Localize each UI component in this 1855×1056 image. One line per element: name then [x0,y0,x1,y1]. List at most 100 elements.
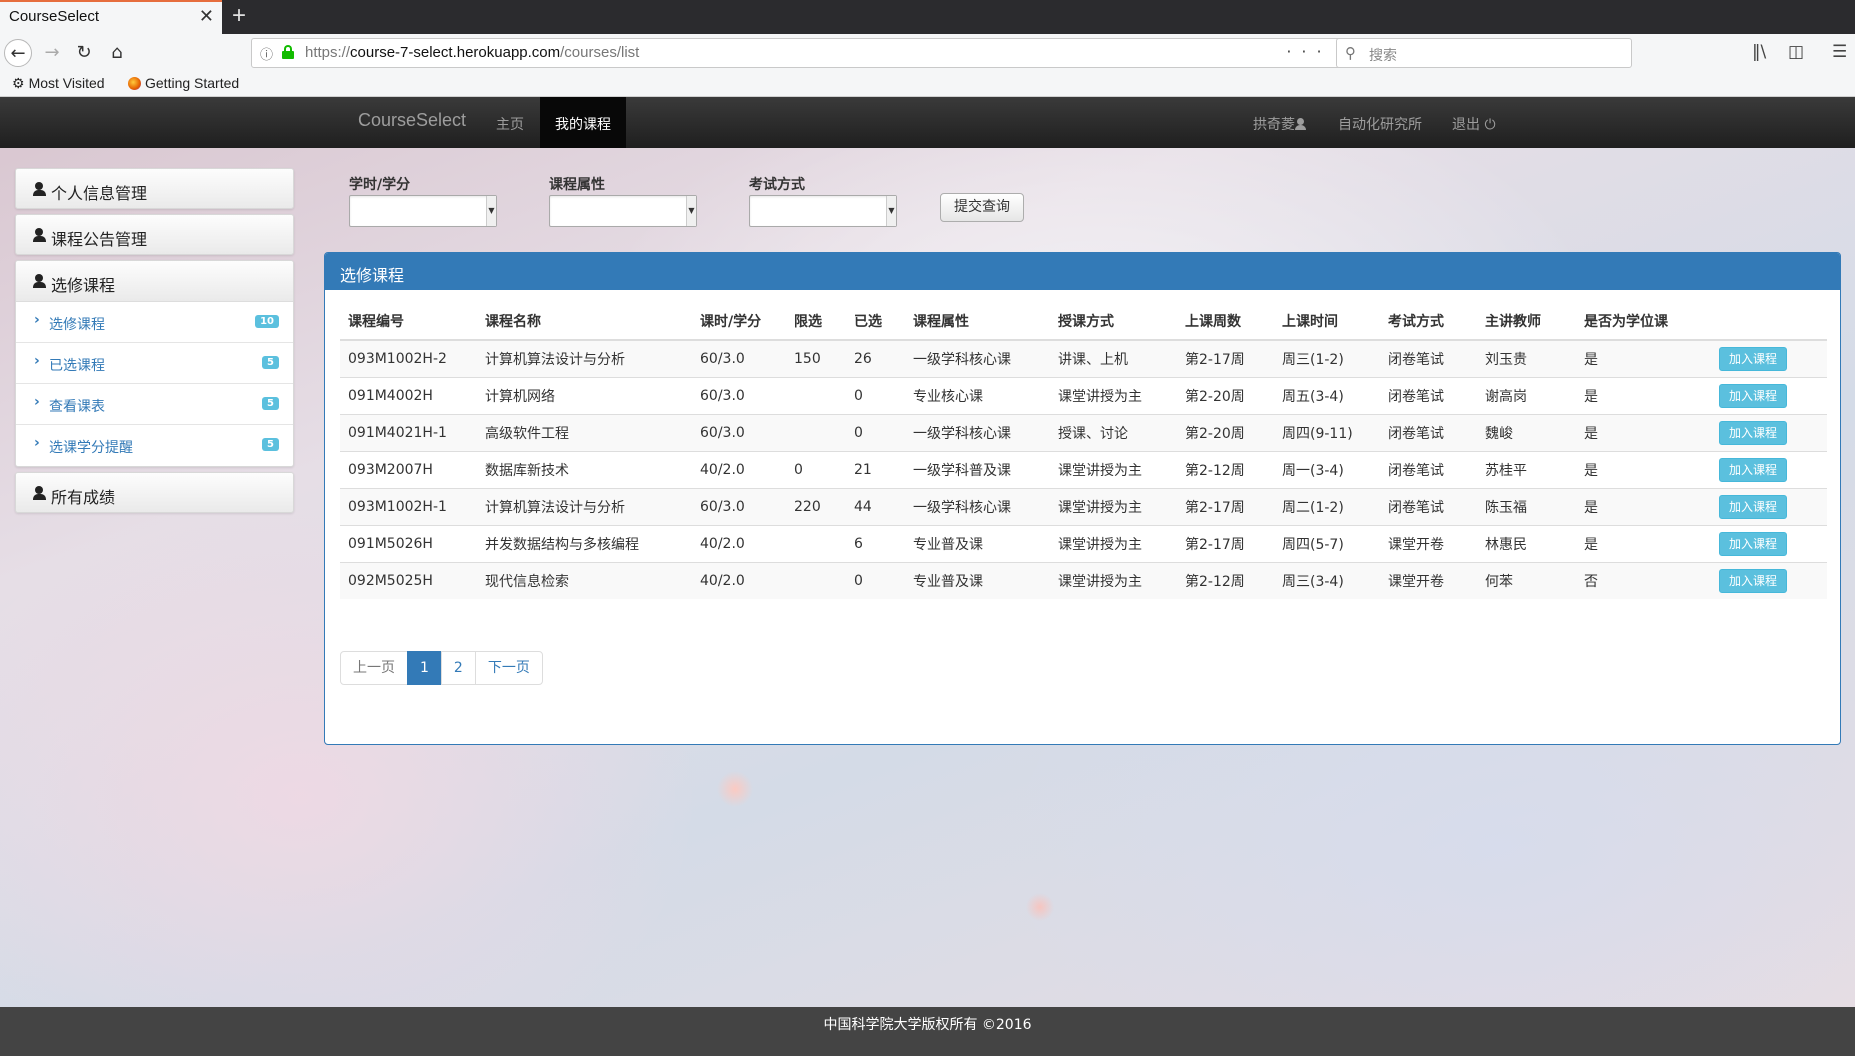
add-course-button[interactable]: 加入课程 [1719,420,1788,445]
table-cell [786,524,846,562]
address-bar[interactable]: ⓘ https://course-7-select.herokuapp.com/… [251,38,1421,68]
footer: 中国科学院大学版权所有 ©2016 [0,1007,1855,1056]
menu-icon[interactable]: ☰ [1832,42,1847,62]
user-icon [1295,118,1306,130]
site-navbar: CourseSelect 主页 我的课程 拱奇菱 自动化研究所 退出 ⏻ [0,97,1855,148]
table-cell: 26 [846,339,905,377]
nav-my-courses[interactable]: 我的课程 [540,97,626,148]
table-cell: 第2-20周 [1177,413,1274,451]
add-course-button[interactable]: 加入课程 [1719,494,1788,519]
table-cell: 闭卷笔试 [1380,487,1477,525]
sidebar-item-timetable[interactable]: › 查看课表 5 [16,384,293,425]
hours-select[interactable]: ▼ [349,195,497,227]
home-icon[interactable]: ⌂ [103,39,131,67]
table-cell: 计算机算法设计与分析 [477,487,692,525]
nav-home[interactable]: 主页 [496,114,524,134]
gear-icon: ⚙ [12,75,25,91]
sidebar-personal-info[interactable]: 个人信息管理 [15,168,294,209]
table-row: 092M5025H 现代信息检索 40/2.0 0 专业普及课 课堂讲授为主 第2-12周周… [340,561,1827,599]
table-cell: 周一(3-4) [1274,450,1380,488]
forward-arrow-icon[interactable]: → [38,39,66,67]
sidebar-item-selected-courses[interactable]: › 已选课程 5 [16,343,293,384]
close-tab-icon[interactable]: ✕ [199,6,214,27]
table-cell: 第2-17周 [1177,524,1274,562]
count-badge: 10 [255,315,279,328]
table-cell: 一级学科核心课 [905,339,1050,377]
table-cell: 何苯 [1477,561,1576,599]
dropdown-arrow-icon: ▼ [686,196,696,226]
next-page-button[interactable]: 下一页 [474,651,543,685]
new-tab-button[interactable]: + [232,2,246,30]
table-cell: 课堂讲授为主 [1050,524,1177,562]
table-cell [786,561,846,599]
add-course-button[interactable]: 加入课程 [1719,383,1788,408]
table-cell: 60/3.0 [692,487,786,525]
sidebar-item-select-course[interactable]: › 选修课程 10 [16,302,293,343]
sidebar-icon[interactable]: ◫ [1788,42,1804,62]
filter-attribute: 课程属性 ▼ [549,174,697,227]
column-header: 是否为学位课 [1576,303,1711,341]
table-header-row: 课程编号 课程名称 课时/学分 限选 已选 课程属性 授课方式 上课周数 上课时间 考试方式 主讲教… [340,303,1827,341]
library-icon[interactable]: ‖\ [1752,42,1766,62]
sidebar-course-notice[interactable]: 课程公告管理 [15,214,294,255]
sidebar-item-credit-reminder[interactable]: › 选课学分提醒 5 [16,425,293,466]
bookmark-getting-started[interactable]: Getting Started [128,75,239,91]
action-cell: 加入课程 [1711,450,1827,488]
table-cell: 专业普及课 [905,524,1050,562]
sidebar: 个人信息管理 课程公告管理 选修课程 › 选修课程 10 › 已选课程 5 › [15,168,294,518]
sidebar-all-grades[interactable]: 所有成绩 [15,472,294,513]
back-arrow-icon[interactable]: ← [4,39,32,67]
url-text[interactable]: https://course-7-select.herokuapp.com/co… [305,44,639,61]
table-cell: 周三(3-4) [1274,561,1380,599]
search-bar[interactable]: ⚲ 搜索 [1336,38,1632,68]
table-cell: 闭卷笔试 [1380,450,1477,488]
column-header: 限选 [786,303,846,341]
action-cell: 加入课程 [1711,524,1827,562]
attribute-select[interactable]: ▼ [549,195,697,227]
table-cell: 授课、讨论 [1050,413,1177,451]
action-cell: 加入课程 [1711,487,1827,525]
page-2-button[interactable]: 2 [440,651,476,685]
table-cell: 闭卷笔试 [1380,413,1477,451]
count-badge: 5 [262,397,279,410]
sidebar-select-course[interactable]: 选修课程 [16,261,293,302]
submit-query-button[interactable]: 提交查询 [940,193,1024,222]
prev-page-button[interactable]: 上一页 [340,651,408,685]
column-header: 主讲教师 [1477,303,1576,341]
info-icon[interactable]: ⓘ [260,44,273,63]
browser-tab[interactable]: CourseSelect ✕ [0,0,222,34]
institute-link[interactable]: 自动化研究所 [1338,114,1422,134]
logout-link[interactable]: 退出 ⏻ [1452,114,1496,134]
add-course-button[interactable]: 加入课程 [1719,568,1788,593]
table-cell: 专业普及课 [905,561,1050,599]
table-cell: 40/2.0 [692,450,786,488]
user-icon [33,182,46,196]
add-course-button[interactable]: 加入课程 [1719,457,1788,482]
add-course-button[interactable]: 加入课程 [1719,531,1788,556]
table-cell: 是 [1576,376,1711,414]
table-cell: 0 [786,450,846,488]
bookmark-most-visited[interactable]: ⚙ Most Visited [12,75,105,92]
column-header: 课程编号 [340,303,477,341]
table-cell: 第2-20周 [1177,376,1274,414]
filter-attribute-label: 课程属性 [549,177,605,193]
exam-select[interactable]: ▼ [749,195,897,227]
add-course-button[interactable]: 加入课程 [1719,346,1788,371]
table-cell: 课堂讲授为主 [1050,487,1177,525]
brand-link[interactable]: CourseSelect [358,110,466,131]
user-link[interactable]: 拱奇菱 [1253,114,1306,134]
table-cell: 091M4021H-1 [340,413,477,451]
table-cell: 周五(3-4) [1274,376,1380,414]
table-cell: 是 [1576,339,1711,377]
table-cell: 60/3.0 [692,376,786,414]
reload-icon[interactable]: ↻ [70,39,98,67]
column-header: 授课方式 [1050,303,1177,341]
table-cell: 周四(9-11) [1274,413,1380,451]
column-header: 上课时间 [1274,303,1380,341]
chevron-right-icon: › [34,312,40,328]
table-cell: 计算机算法设计与分析 [477,339,692,377]
table-cell: 课堂开卷 [1380,524,1477,562]
action-cell: 加入课程 [1711,413,1827,451]
table-cell: 课堂讲授为主 [1050,450,1177,488]
page-1-button[interactable]: 1 [407,651,442,685]
